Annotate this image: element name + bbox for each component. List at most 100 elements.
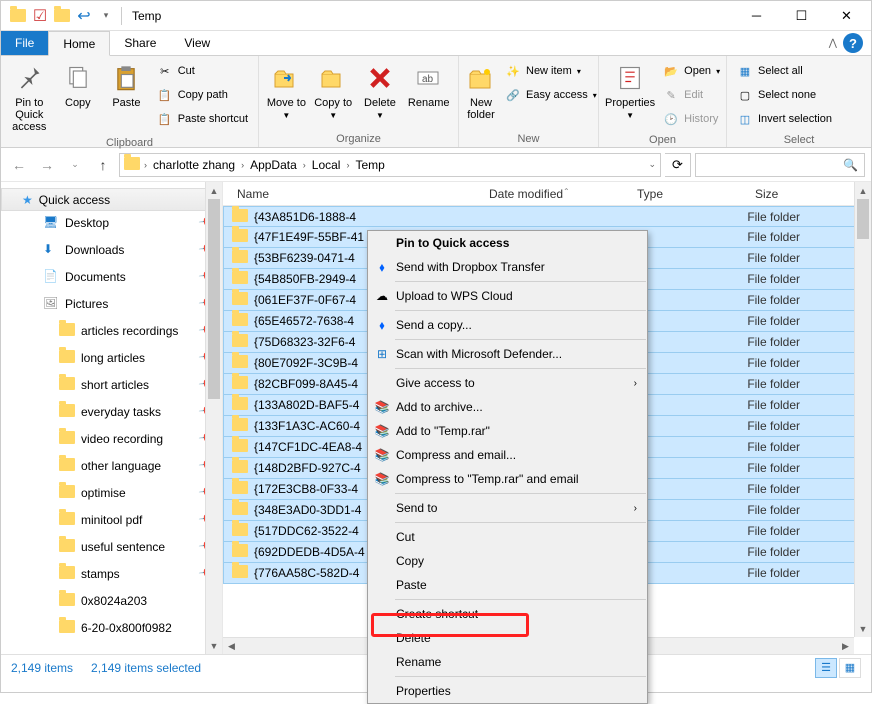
- collapse-ribbon-icon[interactable]: ⋀: [829, 38, 837, 49]
- sidebar-item[interactable]: video recording📌: [1, 427, 222, 450]
- sidebar-item[interactable]: 📄Documents📌: [1, 265, 222, 288]
- col-name[interactable]: Name ⌃: [223, 187, 481, 201]
- edit-button[interactable]: ✎Edit: [659, 84, 724, 106]
- ctx-delete[interactable]: Delete: [368, 626, 647, 650]
- sidebar-item[interactable]: articles recordings📌: [1, 319, 222, 342]
- winrar-icon: 📚: [373, 422, 391, 440]
- ctx-compresstemp[interactable]: 📚Compress to "Temp.rar" and email: [368, 467, 647, 491]
- search-input[interactable]: 🔍: [695, 153, 865, 177]
- details-view-button[interactable]: ☰: [815, 658, 837, 678]
- sidebar-item[interactable]: minitool pdf📌: [1, 508, 222, 531]
- recent-dropdown[interactable]: ⌄: [63, 159, 87, 170]
- folder-icon: [232, 439, 248, 455]
- selectall-button[interactable]: ▦Select all: [733, 60, 836, 82]
- folder-icon: [232, 271, 248, 287]
- pin-quickaccess-button[interactable]: Pin to Quick access: [7, 60, 52, 133]
- ctx-addarchive[interactable]: 📚Add to archive...: [368, 395, 647, 419]
- sidebar-item[interactable]: long articles📌: [1, 346, 222, 369]
- ctx-dropbox[interactable]: ⬧Send with Dropbox Transfer: [368, 255, 647, 279]
- ctx-properties[interactable]: Properties: [368, 679, 647, 703]
- delete-button[interactable]: Delete▼: [359, 60, 402, 121]
- ctx-giveaccess[interactable]: Give access to›: [368, 371, 647, 395]
- col-size[interactable]: Size: [747, 187, 778, 201]
- folder-icon: [232, 397, 248, 413]
- sidebar-item[interactable]: stamps📌: [1, 562, 222, 585]
- ctx-sendcopy[interactable]: ⬧Send a copy...: [368, 313, 647, 337]
- tab-view[interactable]: View: [170, 31, 224, 55]
- sidebar-item[interactable]: 🖼Pictures📌: [1, 292, 222, 315]
- ctx-copy[interactable]: Copy: [368, 549, 647, 573]
- ctx-defender[interactable]: ⊞Scan with Microsoft Defender...: [368, 342, 647, 366]
- ctx-sendto[interactable]: Send to›: [368, 496, 647, 520]
- qat-dropdown-icon[interactable]: ▾: [97, 7, 115, 25]
- properties-button[interactable]: Properties▼: [605, 60, 655, 121]
- folder-icon: [59, 512, 75, 528]
- sidebar-item[interactable]: ⬇Downloads📌: [1, 238, 222, 261]
- ctx-wps[interactable]: ☁Upload to WPS Cloud: [368, 284, 647, 308]
- pasteshortcut-button[interactable]: 📋Paste shortcut: [153, 108, 252, 130]
- selectnone-button[interactable]: ▢Select none: [733, 84, 836, 106]
- paste-button[interactable]: Paste: [104, 60, 149, 109]
- tab-share[interactable]: Share: [110, 31, 170, 55]
- folder-icon: [59, 377, 75, 393]
- help-button[interactable]: ?: [843, 33, 863, 53]
- tab-home[interactable]: Home: [48, 31, 110, 56]
- group-label-clipboard: Clipboard: [1, 137, 258, 151]
- table-row[interactable]: {43A851D6-1888-4File folder: [223, 206, 871, 227]
- ctx-paste[interactable]: Paste: [368, 573, 647, 597]
- sidebar-item[interactable]: useful sentence📌: [1, 535, 222, 558]
- invert-button[interactable]: ◫Invert selection: [733, 108, 836, 130]
- qat-newfolder-icon[interactable]: [53, 7, 71, 25]
- sidebar-item[interactable]: 0x8024a203: [1, 589, 222, 612]
- copy-button[interactable]: Copy: [56, 60, 101, 109]
- sidebar-item[interactable]: 6-20-0x800f0982: [1, 616, 222, 639]
- newfolder-button[interactable]: New folder: [465, 60, 497, 121]
- delete-icon: [364, 62, 396, 94]
- sidebar-item[interactable]: 🖥Desktop📌: [1, 211, 222, 234]
- maximize-button[interactable]: ☐: [779, 1, 824, 30]
- qat-properties-icon[interactable]: ☑: [31, 7, 49, 25]
- sidebar-item[interactable]: everyday tasks📌: [1, 400, 222, 423]
- copyto-icon: [317, 62, 349, 94]
- minimize-button[interactable]: ─: [734, 1, 779, 30]
- ctx-pin[interactable]: Pin to Quick access: [368, 231, 647, 255]
- sidebar-scrollbar[interactable]: ▲ ▼: [205, 182, 222, 654]
- titlebar: ☑ ↩ ▾ Temp ─ ☐ ✕: [1, 1, 871, 31]
- easyaccess-button[interactable]: 🔗Easy access ▾: [501, 84, 601, 106]
- folder-icon: [59, 431, 75, 447]
- sidebar-item[interactable]: other language📌: [1, 454, 222, 477]
- sidebar-item[interactable]: optimise📌: [1, 481, 222, 504]
- forward-button[interactable]: →: [35, 157, 59, 173]
- open-button[interactable]: 📂Open ▾: [659, 60, 724, 82]
- folder-icon: [232, 355, 248, 371]
- ctx-compressemail[interactable]: 📚Compress and email...: [368, 443, 647, 467]
- refresh-button[interactable]: ⟳: [665, 153, 691, 177]
- folder-icon: [59, 323, 75, 339]
- folder-icon: [232, 313, 248, 329]
- ctx-rename[interactable]: Rename: [368, 650, 647, 674]
- moveto-button[interactable]: Move to▼: [265, 60, 308, 121]
- close-button[interactable]: ✕: [824, 1, 869, 30]
- sidebar-quickaccess[interactable]: ★ Quick access: [1, 188, 222, 211]
- newfolder-icon: [465, 62, 497, 94]
- copyto-button[interactable]: Copy to▼: [312, 60, 355, 121]
- sidebar-item[interactable]: short articles📌: [1, 373, 222, 396]
- cut-button[interactable]: ✂Cut: [153, 60, 252, 82]
- ctx-addtemp[interactable]: 📚Add to "Temp.rar": [368, 419, 647, 443]
- history-button[interactable]: 🕑History: [659, 108, 724, 130]
- vertical-scrollbar[interactable]: ▲ ▼: [854, 182, 871, 637]
- col-date[interactable]: Date modified: [481, 187, 629, 201]
- col-type[interactable]: Type: [629, 187, 747, 201]
- rename-button[interactable]: ab Rename: [405, 60, 452, 109]
- ctx-shortcut[interactable]: Create shortcut: [368, 602, 647, 626]
- icons-view-button[interactable]: ▦: [839, 658, 861, 678]
- copypath-button[interactable]: 📋Copy path: [153, 84, 252, 106]
- tab-file[interactable]: File: [1, 31, 48, 55]
- copypath-icon: 📋: [157, 87, 173, 103]
- qat-undo-icon[interactable]: ↩: [75, 7, 93, 25]
- newitem-button[interactable]: ✨New item ▾: [501, 60, 601, 82]
- breadcrumb[interactable]: › charlotte zhang› AppData› Local› Temp …: [119, 153, 661, 177]
- back-button[interactable]: ←: [7, 157, 31, 173]
- ctx-cut[interactable]: Cut: [368, 525, 647, 549]
- up-button[interactable]: ↑: [91, 157, 115, 173]
